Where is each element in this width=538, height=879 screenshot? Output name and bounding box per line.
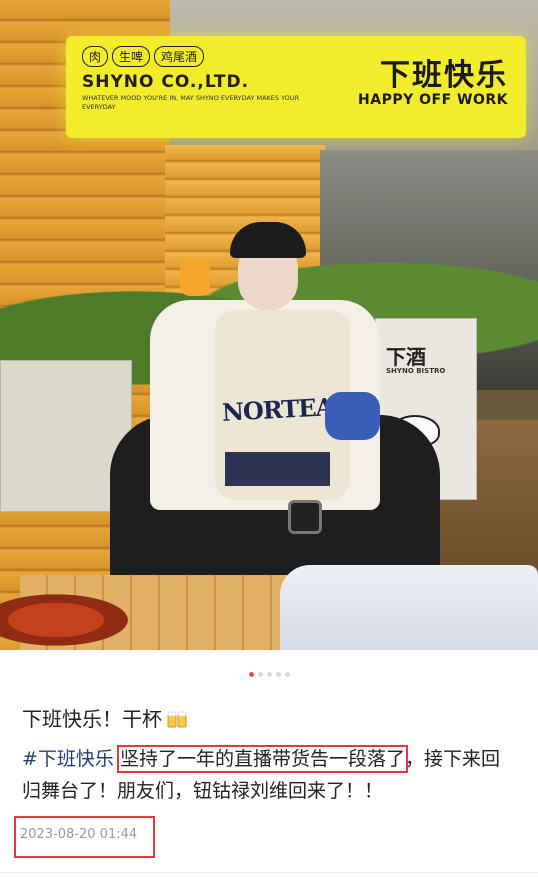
post-title: 下班快乐！干杯	[22, 703, 188, 732]
blue-sleeve	[325, 392, 380, 440]
beer-glass	[180, 258, 210, 296]
crayfish-plate	[0, 590, 140, 650]
vest-lettering: NORTEA	[221, 392, 334, 427]
planter-brand: 下酒	[386, 345, 426, 369]
post-timestamp: 2023-08-20 01:44	[20, 827, 138, 842]
carousel-dot-active[interactable]	[248, 672, 254, 677]
carousel-dot[interactable]	[266, 672, 272, 677]
vest-band	[225, 452, 330, 486]
beer-cheers-icon	[166, 709, 188, 729]
hashtag-link[interactable]: #下班快乐	[22, 748, 114, 770]
planter-brand-en: SHYNO BISTRO	[386, 367, 446, 375]
carousel-dot[interactable]	[275, 672, 281, 677]
carousel-indicator	[0, 672, 538, 677]
carousel-dot[interactable]	[257, 672, 263, 677]
carousel-dot[interactable]	[284, 672, 290, 677]
post-title-text: 下班快乐！干杯	[22, 707, 162, 731]
smart-watch	[288, 500, 322, 534]
sign-title-en: HAPPY OFF WORK	[358, 92, 508, 108]
sign-tag: 鸡尾酒	[154, 46, 205, 67]
post-photo[interactable]: 肉 生啤 鸡尾酒 SHYNO CO.,LTD. WHATEVER MOOD YO…	[0, 0, 538, 650]
highlighted-text: 坚持了一年的直播带货告一段落了	[116, 745, 408, 773]
post-body: #下班快乐 坚持了一年的直播带货告一段落了，接下来回归舞台了！朋友们，钮钴禄刘维…	[22, 743, 518, 807]
divider	[0, 872, 538, 873]
sign-title-cn: 下班快乐	[380, 58, 508, 93]
sign-company: SHYNO CO.,LTD.	[82, 72, 250, 92]
shop-sign: 肉 生啤 鸡尾酒 SHYNO CO.,LTD. WHATEVER MOOD YO…	[66, 36, 526, 138]
sign-tag: 肉	[82, 46, 109, 67]
plastic-bag	[280, 565, 538, 650]
sign-slogan: WHATEVER MOOD YOU'RE IN, MAY SHYNO EVERY…	[82, 94, 300, 111]
sign-tag: 生啤	[112, 46, 151, 67]
